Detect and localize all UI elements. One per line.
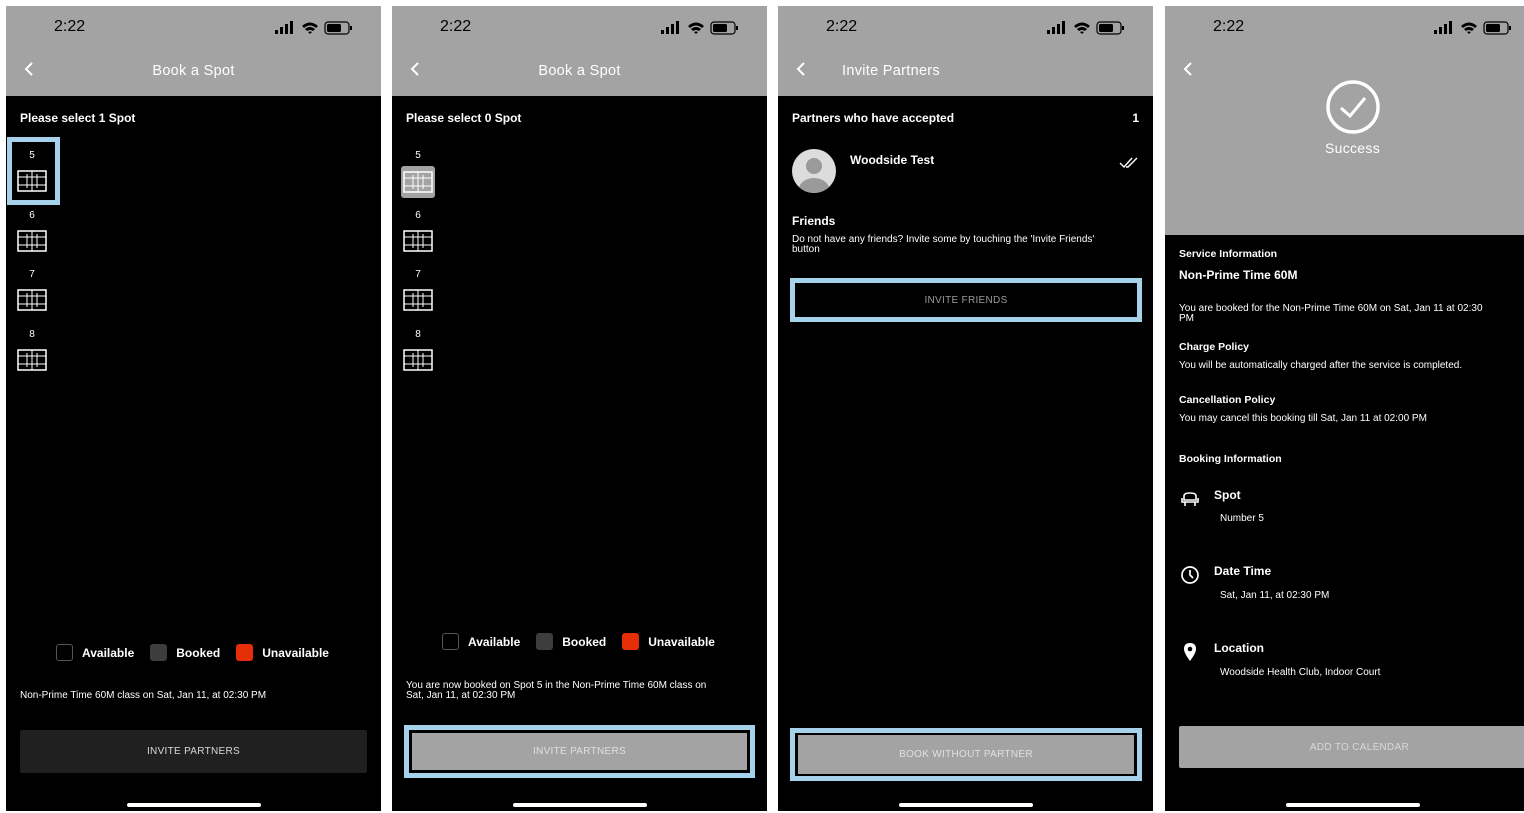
legend-available: Available xyxy=(468,634,521,649)
charge-policy-label: Charge Policy xyxy=(1179,341,1250,353)
seat-icon xyxy=(1181,492,1199,506)
status-icons xyxy=(1434,21,1511,35)
spot-number: 6 xyxy=(29,210,35,221)
spot-number: 5 xyxy=(415,150,421,161)
legend-unavailable: Unavailable xyxy=(262,645,329,660)
court-icon[interactable] xyxy=(403,349,433,371)
unavailable-swatch xyxy=(622,633,640,650)
friends-label: Friends xyxy=(792,214,836,228)
court-icon[interactable] xyxy=(17,170,47,192)
booked-text-line2: PM xyxy=(1179,313,1194,324)
home-indicator xyxy=(127,803,261,807)
booking-info-label: Booking Information xyxy=(1179,453,1282,465)
no-friends-text-line2: button xyxy=(792,244,820,255)
home-indicator xyxy=(1286,803,1420,807)
status-icons xyxy=(661,21,738,35)
class-info-text: Non-Prime Time 60M class on Sat, Jan 11,… xyxy=(20,690,267,701)
court-icon[interactable] xyxy=(403,230,433,252)
screen-invite-partners: 2:22 Invite Partners Partners who have a… xyxy=(778,6,1153,811)
screen-book-spot-1: 2:22 Book a Spot Please select 1 Spot 5 … xyxy=(6,6,381,811)
invite-partners-button[interactable]: INVITE PARTNERS xyxy=(20,730,367,773)
legend-booked: Booked xyxy=(562,634,607,649)
status-icons xyxy=(1047,21,1124,35)
spot-legend: Available Booked Unavailable xyxy=(56,644,345,661)
status-icons xyxy=(275,21,352,35)
status-time: 2:22 xyxy=(54,18,86,35)
spot-number: 6 xyxy=(415,210,421,221)
success-check-icon xyxy=(1326,80,1380,134)
nav-header: 2:22 Book a Spot xyxy=(392,6,767,96)
court-icon[interactable] xyxy=(403,171,433,193)
available-swatch xyxy=(442,633,459,650)
charge-policy-text: You will be automatically charged after … xyxy=(1179,360,1463,371)
court-icon[interactable] xyxy=(403,289,433,311)
back-chevron-icon[interactable] xyxy=(1183,62,1199,80)
page-title: Book a Spot xyxy=(538,63,621,79)
page-title: Invite Partners xyxy=(842,63,940,79)
accepted-count: 1 xyxy=(1132,111,1139,125)
legend-available: Available xyxy=(82,645,135,660)
spot-label: Spot xyxy=(1214,488,1241,502)
screen-success: 2:22 Success Service Information Non-Pri… xyxy=(1165,6,1524,811)
booked-swatch xyxy=(536,633,554,650)
spot-number: 7 xyxy=(415,269,421,280)
clock-icon xyxy=(1181,566,1199,584)
nav-header: 2:22 Book a Spot xyxy=(6,6,381,96)
court-icon[interactable] xyxy=(17,230,47,252)
cancellation-policy-label: Cancellation Policy xyxy=(1179,394,1276,406)
status-time: 2:22 xyxy=(440,18,472,35)
back-chevron-icon[interactable] xyxy=(796,62,812,80)
select-spot-prompt: Please select 1 Spot xyxy=(20,111,136,125)
spot-number: 8 xyxy=(415,329,421,340)
location-pin-icon xyxy=(1184,643,1196,661)
service-name: Non-Prime Time 60M xyxy=(1179,268,1298,282)
no-friends-text-line1: Do not have any friends? Invite some by … xyxy=(792,234,1095,245)
status-time: 2:22 xyxy=(1213,18,1245,35)
booking-confirmation-line2: Sat, Jan 11, at 02:30 PM xyxy=(406,690,516,701)
home-indicator xyxy=(899,803,1033,807)
unavailable-swatch xyxy=(236,644,254,661)
cancellation-policy-text: You may cancel this booking till Sat, Ja… xyxy=(1179,413,1427,424)
nav-header: 2:22 Invite Partners xyxy=(778,6,1153,96)
location-label: Location xyxy=(1214,641,1264,655)
status-time: 2:22 xyxy=(826,18,858,35)
success-label: Success xyxy=(1324,140,1380,156)
service-info-label: Service Information xyxy=(1179,248,1278,260)
double-check-icon xyxy=(1119,157,1138,169)
book-without-partner-button[interactable]: BOOK WITHOUT PARTNER xyxy=(798,735,1134,774)
select-spot-prompt: Please select 0 Spot xyxy=(406,111,522,125)
spot-value: Number 5 xyxy=(1220,513,1264,524)
legend-booked: Booked xyxy=(176,645,221,660)
court-icon[interactable] xyxy=(17,349,47,371)
home-indicator xyxy=(513,803,647,807)
spot-number: 5 xyxy=(29,150,35,161)
partner-name: Woodside Test xyxy=(850,153,935,167)
screen-book-spot-2: 2:22 Book a Spot Please select 0 Spot 5 … xyxy=(392,6,767,811)
court-icon[interactable] xyxy=(17,289,47,311)
booked-text-line1: You are booked for the Non-Prime Time 60… xyxy=(1179,303,1483,314)
datetime-value: Sat, Jan 11, at 02:30 PM xyxy=(1220,590,1330,601)
accepted-partners-label: Partners who have accepted xyxy=(792,111,955,125)
spot-legend: Available Booked Unavailable xyxy=(442,633,731,650)
invite-partners-button[interactable]: INVITE PARTNERS xyxy=(412,733,747,770)
spot-number: 7 xyxy=(29,269,35,280)
avatar xyxy=(792,149,836,193)
page-title: Book a Spot xyxy=(152,63,235,79)
datetime-label: Date Time xyxy=(1214,564,1272,578)
legend-unavailable: Unavailable xyxy=(648,634,715,649)
add-to-calendar-button[interactable]: ADD TO CALENDAR xyxy=(1179,726,1524,768)
booked-swatch xyxy=(150,644,168,661)
spot-number: 8 xyxy=(29,329,35,340)
location-value: Woodside Health Club, Indoor Court xyxy=(1220,667,1381,678)
available-swatch xyxy=(56,644,73,661)
invite-friends-button[interactable]: INVITE FRIENDS xyxy=(798,283,1134,317)
success-header: 2:22 Success xyxy=(1165,6,1524,235)
